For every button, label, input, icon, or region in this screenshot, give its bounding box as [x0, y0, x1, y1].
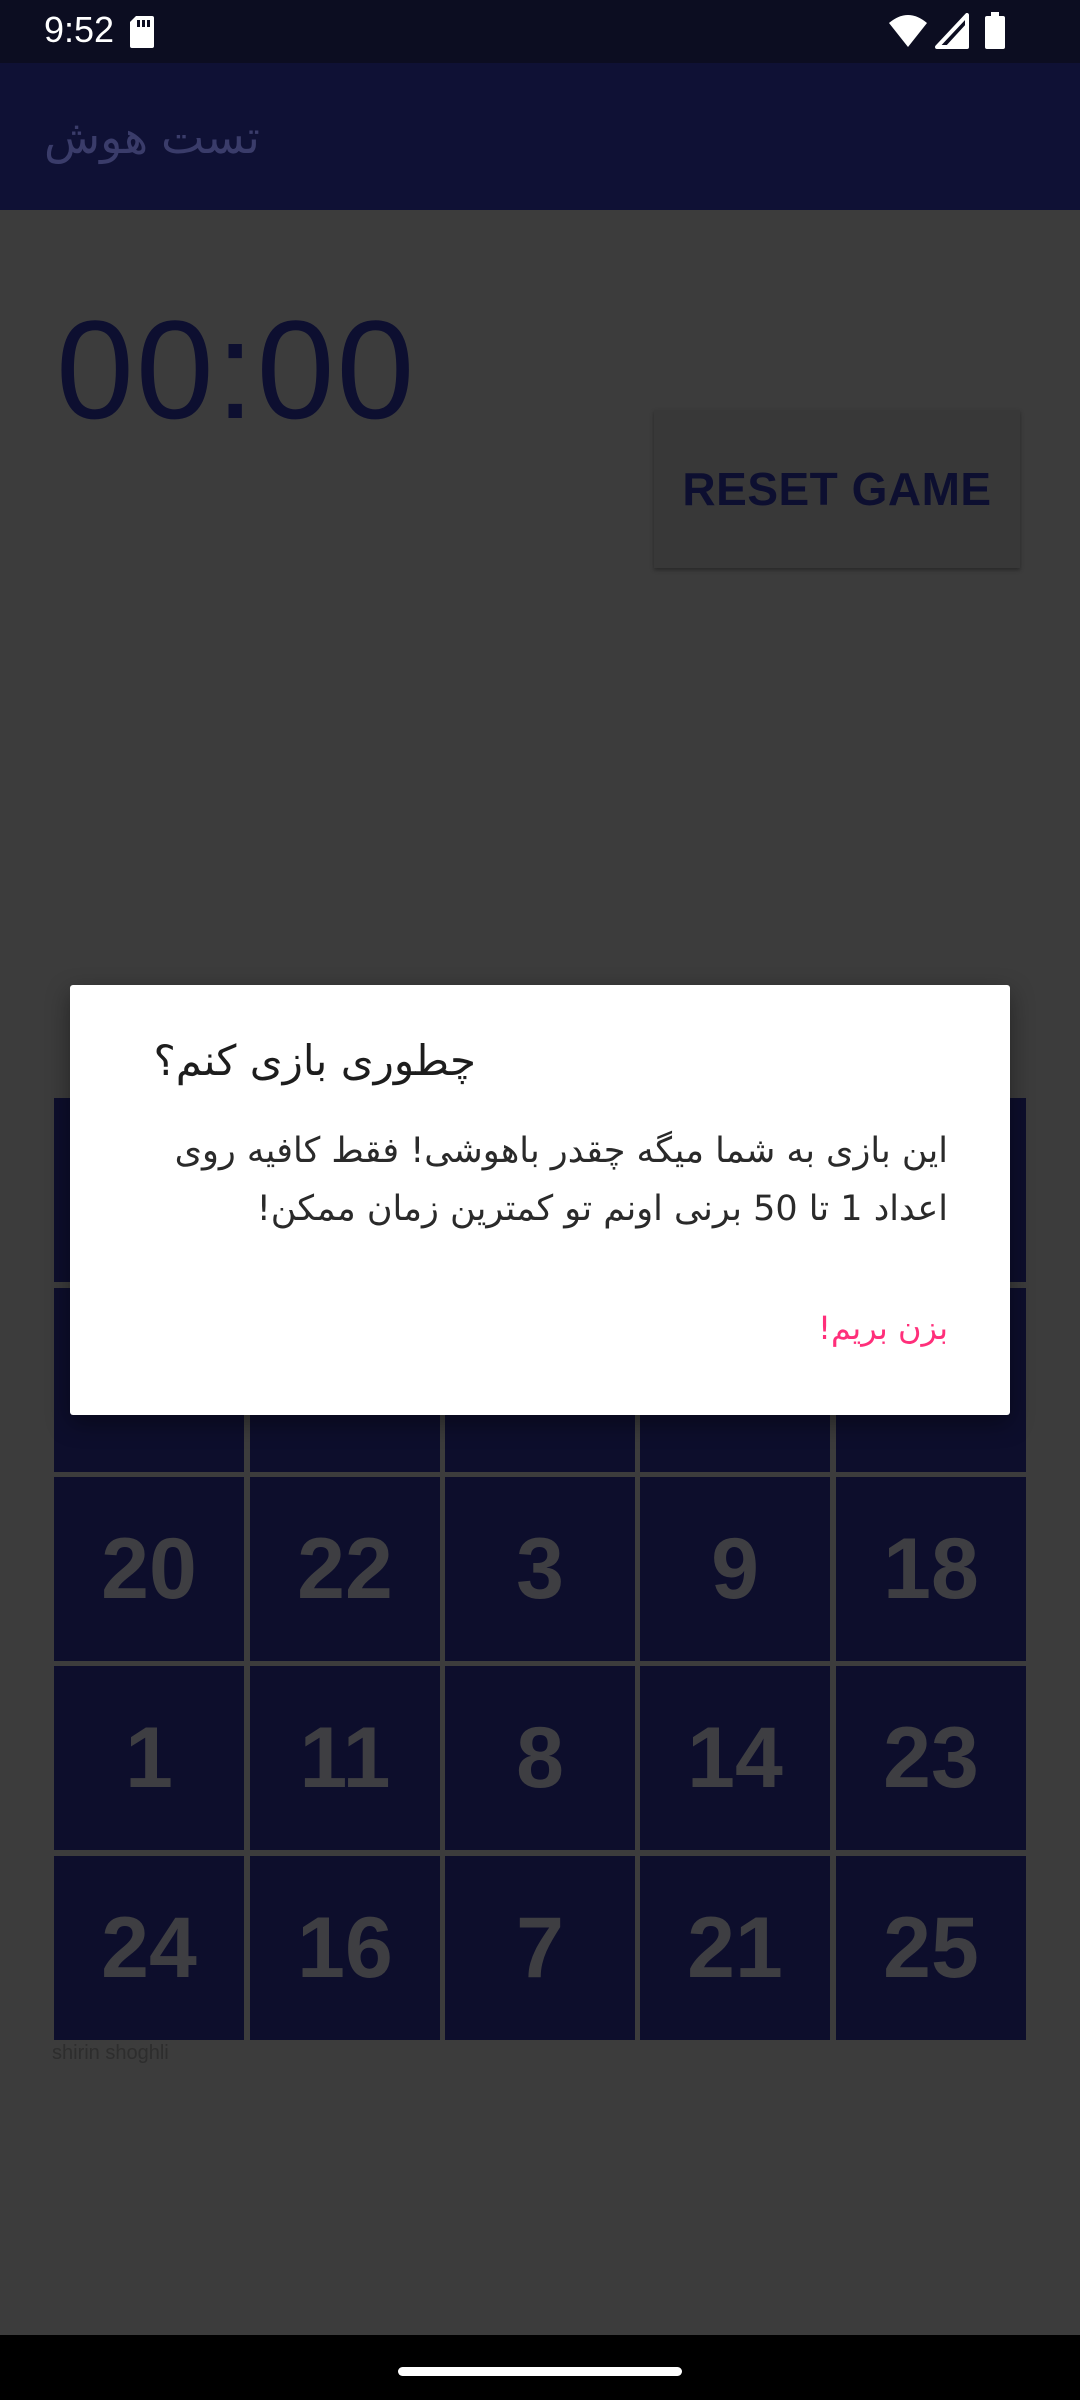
status-bar: 9:52	[0, 0, 1080, 63]
home-gesture-handle[interactable]	[398, 2367, 682, 2376]
number-tile[interactable]: 8	[445, 1666, 635, 1850]
number-tile[interactable]: 23	[836, 1666, 1026, 1850]
number-tile[interactable]: 16	[250, 1856, 440, 2040]
battery-icon	[985, 12, 1005, 49]
number-tile[interactable]: 22	[250, 1477, 440, 1661]
how-to-play-dialog: چطوری بازی کنم؟ این بازی به شما میگه چقد…	[70, 985, 1010, 1415]
number-tile[interactable]: 3	[445, 1477, 635, 1661]
app-title: تست هوش	[44, 111, 260, 163]
reset-game-button[interactable]: RESET GAME	[654, 410, 1020, 568]
sd-card-icon	[130, 16, 154, 48]
number-tile[interactable]: 1	[54, 1666, 244, 1850]
dialog-message: این بازی به شما میگه چقدر باهوشی! فقط کا…	[174, 1131, 948, 1229]
number-tile[interactable]: 11	[250, 1666, 440, 1850]
wifi-icon	[889, 15, 927, 47]
lets-go-button[interactable]: بزن بریم!	[818, 1305, 948, 1351]
author-credit: shirin shoghli	[52, 2042, 169, 2064]
game-timer: 00:00	[56, 291, 417, 448]
app-bar: تست هوش	[0, 63, 1080, 210]
number-tile[interactable]: 21	[640, 1856, 830, 2040]
number-tile[interactable]: 14	[640, 1666, 830, 1850]
navigation-bar	[0, 2335, 1080, 2400]
number-tile[interactable]: 9	[640, 1477, 830, 1661]
number-tile[interactable]: 25	[836, 1856, 1026, 2040]
status-time: 9:52	[44, 9, 115, 50]
number-tile[interactable]: 18	[836, 1477, 1026, 1661]
number-tile[interactable]: 7	[445, 1856, 635, 2040]
number-tile[interactable]: 24	[54, 1856, 244, 2040]
dialog-title: چطوری بازی کنم؟	[153, 1036, 476, 1085]
cell-signal-icon	[935, 13, 969, 49]
number-tile[interactable]: 20	[54, 1477, 244, 1661]
